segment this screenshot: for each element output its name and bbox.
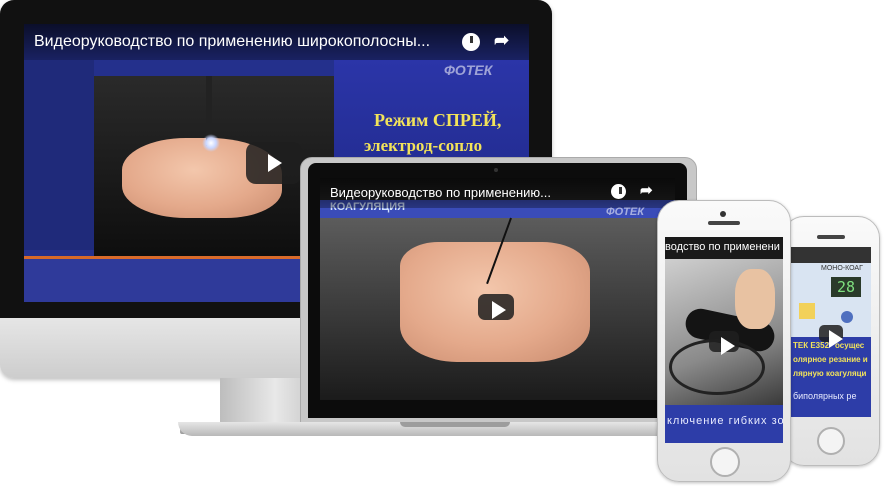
watch-later-icon[interactable] — [611, 184, 626, 199]
phone-left-video[interactable]: водство по применени ключение гибких зо — [665, 237, 783, 443]
share-icon[interactable]: ➦ — [494, 30, 509, 51]
hand — [735, 269, 775, 329]
play-button[interactable] — [819, 325, 843, 348]
caption-line-2: электрод-сопло — [364, 136, 483, 155]
video-title[interactable]: Видеоруководство по применению широкопол… — [24, 24, 529, 60]
video-side-panel — [24, 60, 94, 250]
home-button[interactable] — [817, 427, 845, 455]
caption-line: ключение гибких зо — [667, 415, 783, 427]
phone-right-caption-panel: ТЕК Е352" осущес олярное резание и лярну… — [791, 337, 871, 417]
fotek-logo: ФОТЕК — [606, 206, 644, 218]
caption-line-1: Режим СПРЕЙ, — [374, 110, 502, 130]
display-readout: 28 — [831, 277, 861, 297]
video-title: водство по применени — [665, 241, 780, 253]
phone-left-caption-panel: ключение гибких зо — [665, 405, 783, 443]
yellow-button — [799, 303, 815, 319]
video-title-text: Видеоруководство по применению широкопол… — [34, 33, 431, 50]
spark — [202, 134, 220, 152]
device-label: МОНО-КОАГ — [821, 265, 863, 272]
phone-right: МОНО-КОАГ 28 ТЕК Е352" осущес олярное ре… — [782, 216, 880, 466]
home-button[interactable] — [710, 447, 740, 477]
video-title-bar: водство по применени — [665, 237, 783, 259]
play-button[interactable] — [246, 142, 302, 184]
phone-speaker — [708, 221, 740, 225]
phone-left: водство по применени ключение гибких зо — [657, 200, 791, 482]
play-button[interactable] — [709, 331, 739, 355]
video-title — [791, 247, 871, 263]
watch-later-icon[interactable] — [462, 33, 480, 51]
play-button[interactable] — [478, 294, 514, 320]
laptop-camera — [494, 168, 498, 172]
caption-line-3: лярную коагуляци — [793, 369, 867, 378]
laptop-video-player[interactable]: КОАГУЛЯЦИЯ Видеоруководство по применени… — [320, 178, 675, 400]
caption-line-2: олярное резание и — [793, 355, 868, 364]
phone-right-video[interactable]: МОНО-КОАГ 28 ТЕК Е352" осущес олярное ре… — [791, 247, 871, 417]
laptop-opening-notch — [400, 422, 510, 427]
caption-line-4: биполярных ре — [793, 391, 857, 401]
video-title-text: Видеоруководство по применению... — [330, 185, 551, 200]
control-knob — [841, 311, 853, 323]
phone-speaker — [817, 235, 845, 239]
phone-camera — [720, 211, 726, 217]
fotek-logo: ФОТЕК — [444, 62, 493, 78]
share-icon[interactable]: ➦ — [640, 181, 653, 199]
